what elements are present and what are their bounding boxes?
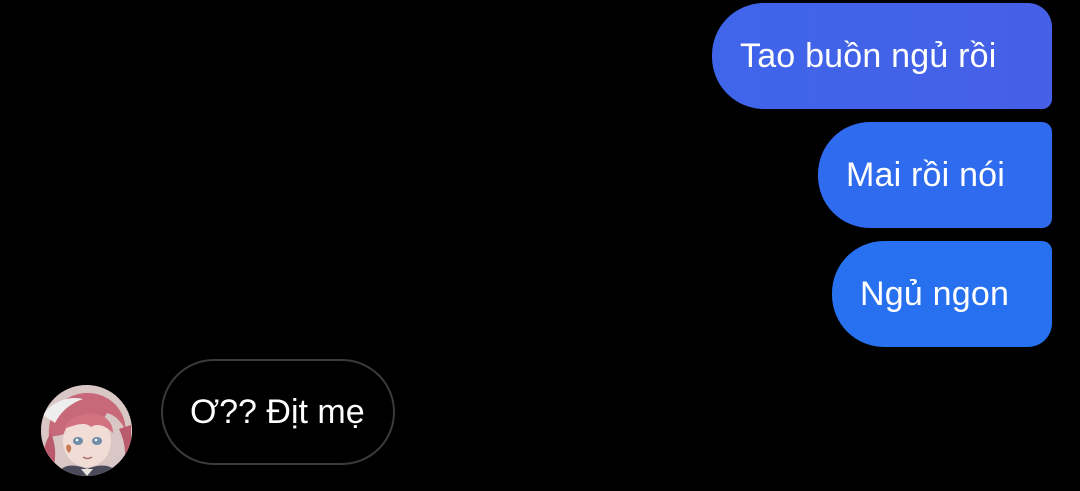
outgoing-message-bubble[interactable]: Ngủ ngon (832, 241, 1052, 347)
outgoing-message-bubble[interactable]: Mai rồi nói (818, 122, 1052, 228)
anime-character-avatar-icon[interactable] (41, 385, 132, 476)
incoming-message-bubble[interactable]: Ơ?? Địt mẹ (161, 359, 395, 465)
message-thread: Tao buồn ngủ rồi Mai rồi nói Ngủ ngon Ơ?… (0, 0, 1080, 491)
message-text: Ơ?? Địt mẹ (190, 392, 365, 431)
incoming-message-row: Ơ?? Địt mẹ (0, 358, 1080, 476)
outgoing-message-bubble[interactable]: Tao buồn ngủ rồi (712, 3, 1052, 109)
message-text: Ngủ ngon (860, 274, 1010, 313)
message-text: Tao buồn ngủ rồi (740, 36, 997, 75)
message-text: Mai rồi nói (846, 155, 1006, 194)
